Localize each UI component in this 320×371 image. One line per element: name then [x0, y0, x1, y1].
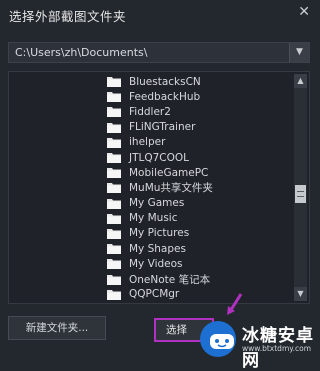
folder-icon — [107, 106, 121, 118]
watermark-logo-icon — [200, 321, 236, 357]
folder-item[interactable]: QQPCMgr — [107, 287, 213, 302]
path-value: C:\Users\zh\Documents\ — [15, 46, 148, 59]
scroll-up-icon[interactable]: ▲ — [294, 74, 307, 88]
folder-item[interactable]: My Pictures — [107, 226, 213, 241]
folder-item[interactable]: BluestacksCN — [107, 74, 213, 89]
select-screenshot-folder-dialog: 选择外部截图文件夹 ✕ C:\Users\zh\Documents\ ▼ Blu… — [0, 0, 320, 371]
folder-icon — [107, 243, 121, 255]
folder-label: Fiddler2 — [129, 105, 171, 118]
folder-icon — [107, 289, 121, 300]
robot-face-icon — [210, 334, 234, 349]
folder-item[interactable]: My Shapes — [107, 241, 213, 256]
folder-icon — [107, 182, 121, 194]
folder-icon — [107, 228, 121, 239]
folder-label: JTLQ7COOL — [129, 151, 190, 164]
folder-label: FLiNGTrainer — [129, 121, 196, 134]
folder-label: My Music — [129, 212, 178, 225]
folder-label: My Videos — [129, 257, 183, 270]
folder-item[interactable]: My Music — [107, 211, 213, 226]
folder-item[interactable]: FeedbackHub — [107, 89, 213, 104]
new-folder-button[interactable]: 新建文件夹... — [8, 316, 106, 340]
close-icon[interactable]: ✕ — [298, 4, 310, 20]
chevron-down-icon[interactable]: ▼ — [289, 43, 309, 62]
folder-label: MuMu共享文件夹 — [129, 182, 213, 195]
folder-icon — [107, 198, 121, 209]
folder-icon — [107, 152, 121, 164]
folder-item[interactable]: OneNote 笔记本 — [107, 271, 213, 286]
folder-icon — [107, 167, 121, 179]
watermark: 冰糖安卓网 www.btxtdmy.com — [196, 318, 320, 371]
path-dropdown[interactable]: C:\Users\zh\Documents\ ▼ — [8, 42, 310, 63]
scroll-thumb[interactable] — [295, 185, 306, 203]
folder-item[interactable]: My Videos — [107, 256, 213, 271]
folder-icon — [107, 213, 121, 224]
folder-label: QQPCMgr — [129, 288, 180, 301]
folder-item[interactable]: FLiNGTrainer — [107, 120, 213, 135]
folder-icon — [107, 91, 121, 103]
folder-label: BluestacksCN — [129, 75, 201, 88]
dialog-title: 选择外部截图文件夹 — [9, 9, 127, 24]
folder-icon — [107, 274, 121, 285]
vertical-scrollbar[interactable]: ▲ ▼ — [294, 74, 307, 301]
folder-item[interactable]: MobileGamePC — [107, 165, 213, 180]
folder-label: My Shapes — [129, 242, 186, 255]
folder-item[interactable]: Fiddler2 — [107, 104, 213, 119]
folder-item[interactable]: MuMu共享文件夹 — [107, 180, 213, 195]
folder-label: ihelper — [129, 136, 166, 149]
folder-item[interactable]: ihelper — [107, 135, 213, 150]
pointer-arrow-icon — [227, 293, 243, 315]
folder-item[interactable]: My Games — [107, 196, 213, 211]
scroll-down-icon[interactable]: ▼ — [294, 287, 307, 301]
folder-label: My Games — [129, 197, 185, 210]
folder-label: MobileGamePC — [129, 166, 209, 179]
folder-list[interactable]: BluestacksCN FeedbackHub Fiddler2 FLiNGTrai… — [8, 71, 310, 304]
folder-label: OneNote 笔记本 — [129, 273, 211, 286]
folder-icon — [107, 137, 121, 148]
folder-label: FeedbackHub — [129, 90, 201, 103]
folder-item[interactable]: JTLQ7COOL — [107, 150, 213, 165]
folder-icon — [107, 76, 121, 88]
folder-icon — [107, 258, 121, 270]
folder-label: My Pictures — [129, 227, 190, 240]
folder-icon — [107, 122, 121, 133]
watermark-url: www.btxtdmy.com — [242, 344, 312, 353]
